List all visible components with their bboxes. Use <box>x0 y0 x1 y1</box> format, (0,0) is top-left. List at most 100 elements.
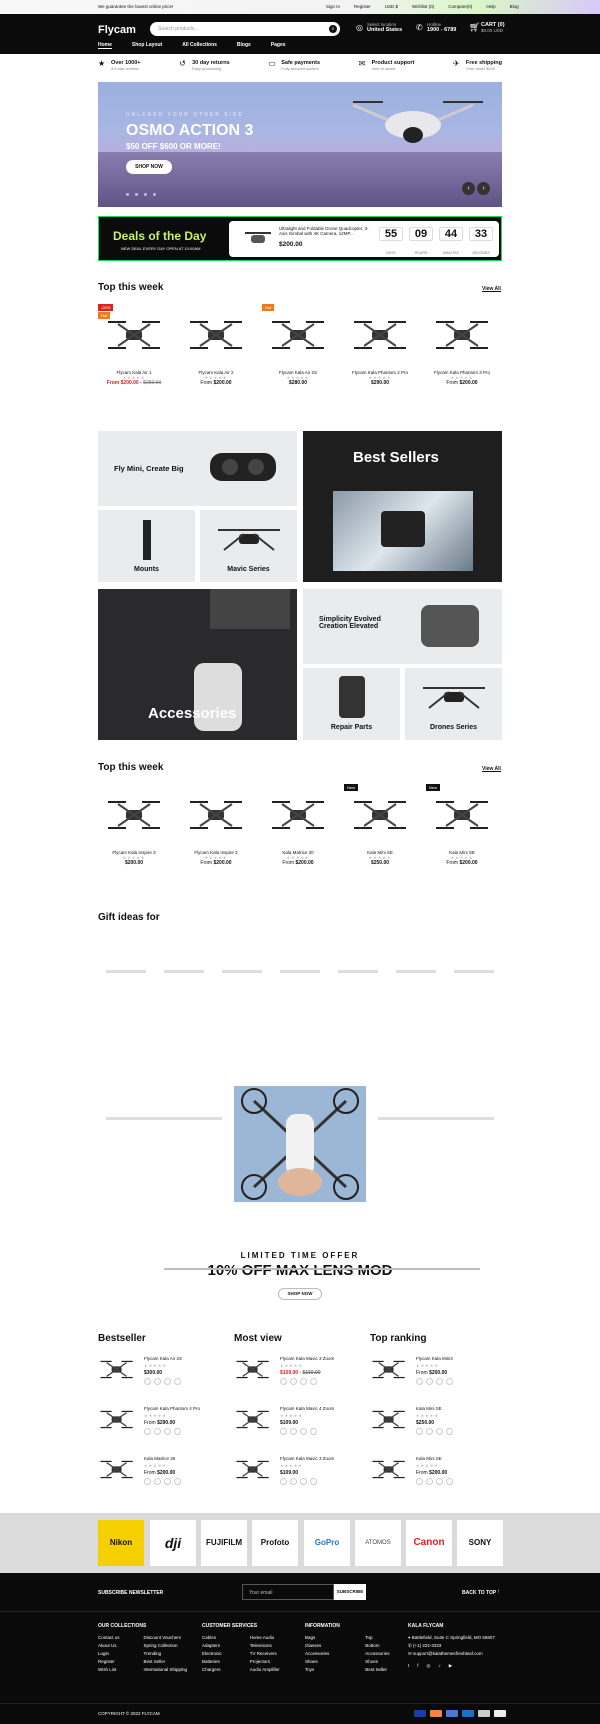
footer-link[interactable]: Batteries <box>202 1658 222 1666</box>
product-card[interactable]: Flycam Kala Phantom 2 Pro ★★★★★ $290.00 <box>344 304 416 386</box>
footer-link[interactable]: Cables <box>202 1634 222 1642</box>
list-item-image[interactable] <box>98 1404 136 1440</box>
compare-icon[interactable] <box>310 1478 317 1485</box>
heart-icon[interactable] <box>436 1478 443 1485</box>
tile-best-sellers[interactable]: Best Sellers <box>303 431 502 582</box>
footer-link[interactable]: Accessories <box>305 1650 329 1658</box>
list-item[interactable]: Flycam Kala Phantom 4 Pro ★★★★★ From $290.… <box>98 1404 228 1454</box>
eye-icon[interactable] <box>426 1378 433 1385</box>
footer-link[interactable]: Contact us <box>98 1634 120 1642</box>
tile-repair[interactable]: Repair Parts <box>303 668 400 740</box>
product-image[interactable] <box>426 304 498 366</box>
list-item-image[interactable] <box>234 1404 272 1440</box>
list-item[interactable]: Flycam Kala Mavic 3 Zoom ★★★★★ $109.00 - $… <box>234 1354 364 1404</box>
footer-link[interactable]: Wish List <box>98 1666 120 1674</box>
compare-icon[interactable] <box>446 1378 453 1385</box>
currency-select[interactable]: USD $ <box>385 4 398 9</box>
subscribe-button[interactable]: SUBSCRIBE <box>334 1584 366 1600</box>
gift-spotlight-image[interactable] <box>234 1086 366 1202</box>
nav-all-collections[interactable]: All Collections <box>182 42 217 49</box>
list-item-name[interactable]: Kala Matrice 30 <box>144 1456 175 1461</box>
nav-blogs[interactable]: Blogs <box>237 42 251 49</box>
eye-icon[interactable] <box>290 1428 297 1435</box>
compare-icon[interactable] <box>310 1378 317 1385</box>
nav-shop-layout[interactable]: Shop Layout <box>132 42 162 49</box>
eye-icon[interactable] <box>154 1428 161 1435</box>
gift-tab[interactable] <box>396 970 436 973</box>
prev-arrow-icon[interactable]: ‹ <box>462 182 475 195</box>
product-card[interactable]: Flycam Kala Inspire 2 ★★★★★ From $200.00 <box>180 784 252 866</box>
brand-logo-fujifilm[interactable]: FUJIFILM <box>201 1520 247 1566</box>
compare-icon[interactable] <box>446 1428 453 1435</box>
hero-shop-button[interactable]: SHOP NOW <box>126 160 172 174</box>
footer-link[interactable]: Accessories <box>365 1650 389 1658</box>
heart-icon[interactable] <box>300 1428 307 1435</box>
heart-icon[interactable] <box>436 1428 443 1435</box>
footer-link[interactable]: Trending <box>144 1650 190 1658</box>
view-all-link[interactable]: View All <box>482 286 501 292</box>
dot[interactable] <box>153 193 156 196</box>
footer-link[interactable]: Register <box>98 1658 120 1666</box>
register-link[interactable]: Register <box>354 4 371 9</box>
product-image[interactable]: -20% Hot <box>98 304 170 366</box>
footer-link[interactable]: Best Seller <box>144 1658 190 1666</box>
heart-icon[interactable] <box>164 1378 171 1385</box>
gift-tab[interactable] <box>222 970 262 973</box>
footer-link[interactable]: Bags <box>305 1634 329 1642</box>
cart-icon[interactable] <box>144 1378 151 1385</box>
product-card[interactable]: New Kala Mini SE ★★★★★ $250.00 <box>344 784 416 866</box>
list-item[interactable]: Kala Matrice 30 ★★★★★ From $200.00 <box>98 1454 228 1504</box>
product-image[interactable] <box>344 304 416 366</box>
location-selector[interactable]: Select location United States <box>367 22 402 33</box>
cart-icon[interactable] <box>144 1428 151 1435</box>
footer-link[interactable]: Bottom <box>365 1642 389 1650</box>
nav-pages[interactable]: Pages <box>271 42 286 49</box>
back-to-top-link[interactable]: BACK TO TOP <box>462 1590 496 1596</box>
list-item-name[interactable]: Kala Mini SE <box>416 1456 442 1461</box>
cart-button[interactable]: CART (0) $0.00 USD <box>481 22 505 33</box>
heart-icon[interactable] <box>436 1378 443 1385</box>
logo[interactable]: Flycam <box>98 24 136 36</box>
tile-mounts[interactable]: Mounts <box>98 510 195 582</box>
list-item[interactable]: Kala Mini SE ★★★★★ From $200.00 <box>370 1454 500 1504</box>
list-item-image[interactable] <box>234 1354 272 1390</box>
product-card[interactable]: Flycam Kala Phantom 3 Pro ★★★★★ From $200.… <box>426 304 498 386</box>
footer-link[interactable]: Glasses <box>305 1642 329 1650</box>
product-image[interactable] <box>98 784 170 846</box>
cart-icon[interactable] <box>280 1428 287 1435</box>
product-card[interactable]: Kala Matrice 30 ★★★★★ From $200.00 <box>262 784 334 866</box>
product-image[interactable] <box>180 784 252 846</box>
product-card[interactable]: -20% Hot Flycam Kala Air 1 ★★★★★ From $200.0… <box>98 304 170 386</box>
hero-banner[interactable]: UNLEASH YOUR OTHER SIDE OSMO ACTION 3 $5… <box>98 82 502 207</box>
eye-icon[interactable] <box>426 1428 433 1435</box>
brand-logo-atomos[interactable]: ATOMOS <box>355 1520 401 1566</box>
footer-link[interactable]: Audio Amplifier <box>250 1666 280 1674</box>
product-card[interactable]: Flycam Kala Inspire 3 ★★★★★ $200.00 <box>98 784 170 866</box>
facebook-icon[interactable]: f <box>417 1662 418 1670</box>
tile-simplicity[interactable]: Simplicity Evolved Creation Elevated <box>303 589 502 664</box>
eye-icon[interactable] <box>154 1378 161 1385</box>
product-image[interactable] <box>180 304 252 366</box>
compare-icon[interactable] <box>310 1428 317 1435</box>
list-item-image[interactable] <box>370 1354 408 1390</box>
footer-link[interactable]: TV Receivers <box>250 1650 280 1658</box>
brand-logo-profoto[interactable]: Profoto <box>252 1520 298 1566</box>
tile-mavic[interactable]: Mavic Series <box>200 510 297 582</box>
footer-link[interactable]: Best Seller <box>365 1666 389 1674</box>
list-item-image[interactable] <box>370 1454 408 1490</box>
wishlist-link[interactable]: Wishlist (0) <box>412 4 434 9</box>
search-input[interactable]: Search products... ⌕ <box>150 22 340 36</box>
compare-icon[interactable] <box>174 1378 181 1385</box>
list-item-image[interactable] <box>98 1354 136 1390</box>
gift-tab[interactable] <box>164 970 204 973</box>
footer-link[interactable]: Discount Vouchers <box>144 1634 190 1642</box>
instagram-icon[interactable]: ◎ <box>427 1662 431 1670</box>
newsletter-email-input[interactable]: Your email <box>242 1584 334 1600</box>
eye-icon[interactable] <box>154 1478 161 1485</box>
list-item-name[interactable]: Flycam Kala Air 2S <box>144 1356 182 1361</box>
heart-icon[interactable] <box>300 1378 307 1385</box>
footer-link[interactable]: Chargers <box>202 1666 222 1674</box>
compare-icon[interactable] <box>174 1478 181 1485</box>
compare-link[interactable]: Compare(0) <box>448 4 472 9</box>
list-item-name[interactable]: Flycam Kala Phantom 4 Pro <box>144 1406 200 1411</box>
